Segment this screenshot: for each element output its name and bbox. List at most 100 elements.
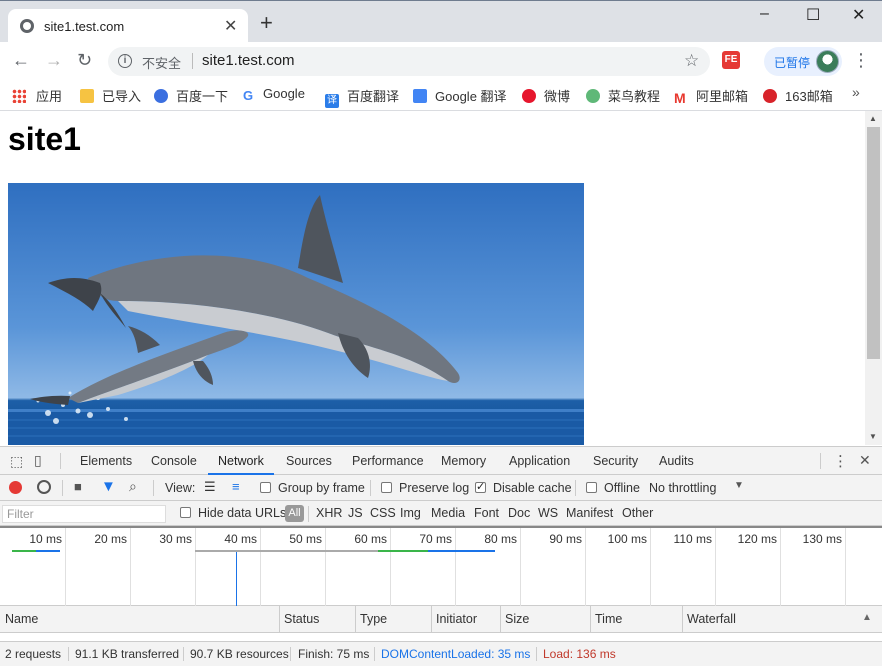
requests-table-body[interactable]: [0, 633, 882, 641]
new-tab-button[interactable]: +: [260, 12, 273, 34]
scrollbar-thumb[interactable]: [867, 127, 880, 359]
page-scrollbar[interactable]: ▲ ▼: [865, 111, 882, 445]
offline-checkbox[interactable]: [586, 482, 597, 493]
column-name[interactable]: Name: [5, 612, 38, 626]
address-bar[interactable]: i 不安全 site1.test.com ☆: [108, 47, 710, 76]
runoob-icon: [586, 89, 600, 103]
column-type[interactable]: Type: [360, 612, 387, 626]
filter-type-js[interactable]: JS: [348, 506, 363, 520]
divider: [536, 647, 537, 661]
preserve-log-label: Preserve log: [399, 481, 470, 495]
divider: [60, 453, 61, 469]
clear-icon[interactable]: [37, 480, 51, 494]
tab-console[interactable]: Console: [151, 454, 197, 468]
maximize-button[interactable]: ☐: [806, 5, 820, 25]
tab-application[interactable]: Application: [509, 454, 570, 468]
chevron-down-icon[interactable]: ▼: [734, 480, 744, 491]
bookmark-baidu[interactable]: 百度一下: [154, 86, 228, 105]
divider: [575, 480, 576, 496]
hide-data-urls-checkbox[interactable]: [180, 507, 191, 518]
divider: [308, 506, 309, 522]
tab-memory[interactable]: Memory: [441, 454, 486, 468]
timeline-top-line: [0, 526, 882, 528]
close-window-button[interactable]: ✕: [852, 5, 865, 25]
tab-security[interactable]: Security: [593, 454, 638, 468]
filter-type-media[interactable]: Media: [431, 506, 465, 520]
column-time[interactable]: Time: [595, 612, 622, 626]
scroll-down-icon[interactable]: ▼: [869, 432, 877, 441]
back-button[interactable]: ←: [12, 50, 30, 71]
tab-sources[interactable]: Sources: [286, 454, 332, 468]
close-devtools-icon[interactable]: ✕: [859, 452, 871, 469]
large-rows-icon[interactable]: ☰: [204, 479, 216, 495]
preserve-log-checkbox[interactable]: [381, 482, 392, 493]
timeline-tick-label: 14: [847, 532, 882, 546]
bookmark-star-icon[interactable]: ☆: [684, 51, 699, 71]
bookmark-weibo[interactable]: 微博: [522, 86, 570, 105]
disable-cache-checkbox[interactable]: [475, 480, 486, 493]
reload-button[interactable]: ↻: [77, 50, 92, 71]
folder-icon: [80, 89, 94, 103]
bookmark-runoob[interactable]: 菜鸟教程: [586, 86, 660, 105]
bookmark-imported[interactable]: 已导入: [80, 86, 141, 105]
baidu-paw-icon: [154, 89, 168, 103]
filter-type-font[interactable]: Font: [474, 506, 499, 520]
devtools-menu-icon[interactable]: ⋮: [833, 452, 848, 470]
bookmark-google-translate[interactable]: Google 翻译: [413, 86, 507, 105]
tab-performance[interactable]: Performance: [352, 454, 424, 468]
profile-button[interactable]: 已暂停: [764, 47, 842, 76]
apps-grid-icon: [12, 89, 26, 103]
column-initiator[interactable]: Initiator: [436, 612, 477, 626]
filter-type-img[interactable]: Img: [400, 506, 421, 520]
column-divider: [682, 606, 683, 633]
browser-menu-icon[interactable]: ⋮: [852, 50, 870, 71]
scroll-up-icon[interactable]: ▲: [869, 114, 877, 123]
record-button[interactable]: [9, 481, 22, 494]
filter-type-css[interactable]: CSS: [370, 506, 396, 520]
throttling-select[interactable]: No throttling: [649, 481, 716, 495]
group-by-frame-checkbox[interactable]: [260, 482, 271, 493]
inspect-element-icon[interactable]: ⬚: [10, 453, 23, 470]
bookmark-163-mail[interactable]: 163邮箱: [763, 86, 833, 105]
browser-tab[interactable]: site1.test.com ✕: [8, 9, 248, 43]
globe-icon: [20, 19, 34, 33]
filter-type-xhr[interactable]: XHR: [316, 506, 342, 520]
filter-type-doc[interactable]: Doc: [508, 506, 530, 520]
extension-icon[interactable]: FE: [722, 51, 740, 69]
info-icon[interactable]: i: [118, 54, 132, 68]
bookmark-ali-mail[interactable]: M 阿里邮箱: [674, 86, 748, 105]
column-size[interactable]: Size: [505, 612, 529, 626]
filter-type-ws[interactable]: WS: [538, 506, 558, 520]
sort-ascending-icon[interactable]: ▲: [862, 612, 872, 623]
url-text[interactable]: site1.test.com: [202, 52, 295, 69]
security-status[interactable]: 不安全: [142, 53, 181, 72]
bookmark-apps[interactable]: 应用: [12, 86, 62, 105]
bookmarks-overflow-button[interactable]: »: [852, 84, 860, 100]
search-icon[interactable]: ⌕: [129, 478, 137, 495]
column-status[interactable]: Status: [284, 612, 319, 626]
tab-close-icon[interactable]: ✕: [224, 16, 237, 36]
bookmark-google[interactable]: G Google: [243, 86, 305, 103]
filter-input[interactable]: Filter: [2, 505, 166, 523]
divider: [290, 647, 291, 661]
timeline-tick-label: 90 ms: [549, 532, 582, 546]
network-overview-timeline[interactable]: 10 ms 20 ms 30 ms 40 ms 50 ms 60 ms 70 ms 80 ms…: [0, 526, 882, 606]
waterfall-view-icon[interactable]: ≡: [232, 479, 240, 494]
screenshot-camera-icon[interactable]: ■: [74, 479, 82, 494]
timeline-tick-label: 80 ms: [484, 532, 517, 546]
filter-type-all[interactable]: All: [285, 505, 304, 522]
summary-requests: 2 requests: [5, 647, 62, 661]
column-waterfall[interactable]: Waterfall: [687, 612, 736, 626]
bookmark-baidu-translate[interactable]: 译百度翻译: [325, 86, 399, 108]
filter-type-manifest[interactable]: Manifest: [566, 506, 613, 520]
minimize-button[interactable]: –: [760, 5, 769, 23]
tab-network[interactable]: Network: [218, 454, 264, 468]
tab-elements[interactable]: Elements: [80, 454, 132, 468]
forward-button[interactable]: →: [45, 50, 63, 71]
tab-audits[interactable]: Audits: [659, 454, 694, 468]
filter-funnel-icon[interactable]: ▼: [101, 478, 116, 495]
filter-type-other[interactable]: Other: [622, 506, 653, 520]
timeline-gridline: [325, 526, 326, 606]
device-toolbar-icon[interactable]: ▯: [34, 452, 42, 469]
timeline-tick-label: 70 ms: [419, 532, 452, 546]
